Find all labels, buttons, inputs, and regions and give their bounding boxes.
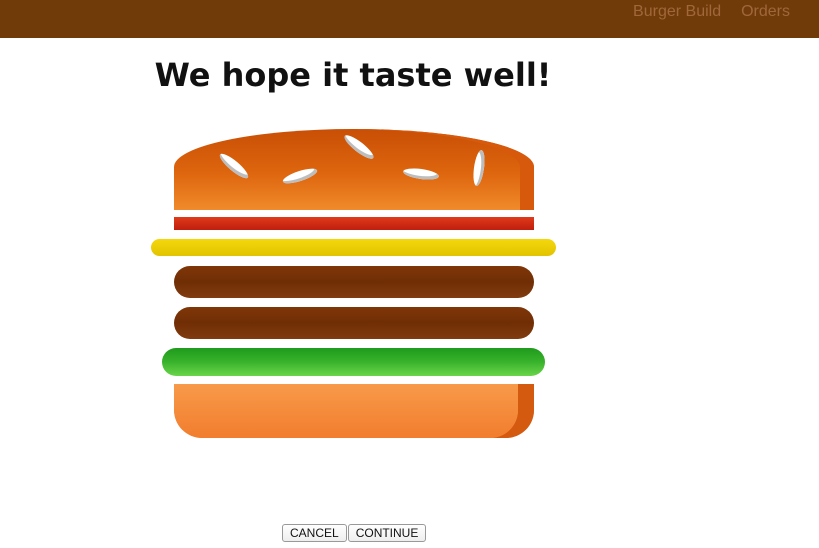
bread-bottom-fill <box>174 384 518 438</box>
meat <box>174 266 534 298</box>
meat <box>174 307 534 339</box>
page-title: We hope it taste well! <box>154 56 552 94</box>
cheese <box>151 239 556 256</box>
seed <box>402 166 440 182</box>
continue-button[interactable]: CONTINUE <box>347 524 427 542</box>
nav-item-orders[interactable]: Orders <box>741 2 790 22</box>
button-row: CANCEL CONTINUE <box>282 524 427 542</box>
seed <box>281 165 319 187</box>
salad <box>162 348 545 376</box>
seed <box>341 131 377 163</box>
seed <box>471 149 487 187</box>
cancel-button[interactable]: CANCEL <box>282 524 347 542</box>
nav-menu: Burger Build Orders <box>633 2 790 22</box>
toolbar: Burger Build Orders <box>0 0 819 38</box>
bacon <box>174 217 534 230</box>
nav-item-burger-build[interactable]: Burger Build <box>633 2 721 22</box>
seed <box>216 150 252 182</box>
bread-bottom <box>174 384 534 438</box>
bread-top <box>174 129 534 210</box>
